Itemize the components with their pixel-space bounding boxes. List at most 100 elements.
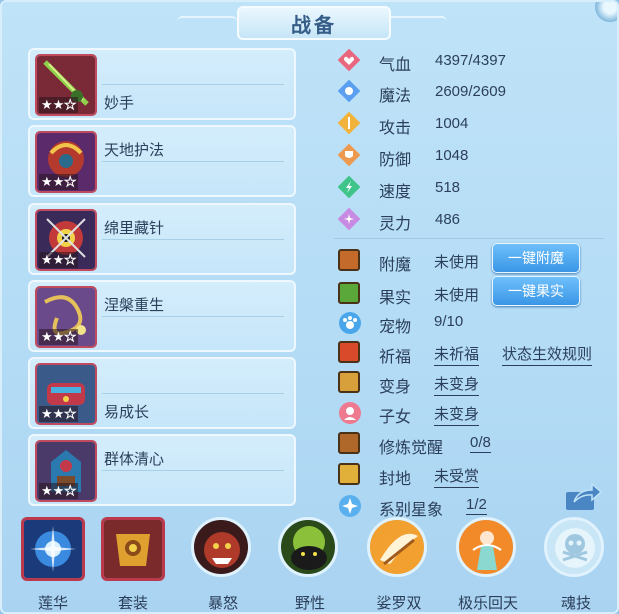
tab-label: 莲华 (37, 595, 68, 612)
stat-mp: 魔法 2609/2609 (334, 80, 604, 106)
child-icon (339, 402, 361, 424)
transform-icon (338, 371, 360, 393)
skill-name: 绵里藏针 (104, 220, 165, 237)
skill-name: 天地护法 (104, 142, 165, 159)
enchant-icon (338, 249, 360, 271)
jade-sword-icon: ★ ★ ★ (35, 54, 97, 116)
title-ornament-left (177, 16, 237, 26)
magic-icon (338, 80, 360, 102)
blessing-link[interactable]: 未祈福 (434, 343, 480, 366)
wild-beast-icon (278, 517, 338, 577)
tab-soul-skill[interactable]: 魂技 (540, 514, 610, 612)
stat-label: 灵力 (379, 216, 412, 233)
tab-label: 魂技 (560, 595, 591, 612)
stat-hp: 气血 4397/4397 (334, 49, 604, 75)
prop-label: 封地 (379, 471, 412, 488)
tab-label: 极乐回天 (457, 595, 518, 612)
prop-blessing: 祈福 未祈福 状态生效规则 (334, 341, 614, 367)
title-bar: 战备 (237, 6, 391, 40)
blessing-icon (338, 341, 360, 363)
stat-value: 1004 (435, 115, 469, 132)
skill-stars: ★ ★ ★ (39, 97, 78, 113)
skill-name: 妙手 (104, 95, 135, 112)
stat-label: 防御 (379, 152, 412, 169)
skill-card[interactable]: ★ ★ ★ 涅槃重生 (28, 280, 296, 352)
paw-icon (339, 312, 361, 334)
cultivate-link[interactable]: 0/8 (470, 434, 491, 453)
tab-armor-set[interactable]: 套装 (97, 514, 167, 612)
spirit-icon (338, 208, 360, 230)
skill-card[interactable]: ★ ★ ★ 绵里藏针 (28, 203, 296, 275)
one-click-fruit-button[interactable]: 一键果实 (492, 276, 580, 306)
prop-label: 祈福 (379, 349, 412, 366)
child-link[interactable]: 未变身 (434, 403, 480, 426)
fief-link[interactable]: 未受赏 (434, 465, 480, 488)
skill-stars: ★ ★ ★ (39, 174, 78, 190)
hidden-needle-icon: ★ ★ ★ (35, 209, 97, 271)
speed-icon (338, 176, 360, 198)
skill-card[interactable]: ★ ★ ★ 妙手 (28, 48, 296, 120)
prop-enchant: 附魔 未使用 一键附魔 (334, 243, 614, 275)
prop-label: 修炼觉醒 (379, 440, 444, 457)
prop-transform: 变身 未变身 (334, 371, 614, 397)
stat-value: 2609/2609 (435, 83, 506, 100)
prop-label: 子女 (379, 409, 412, 426)
status-rules-link[interactable]: 状态生效规则 (502, 343, 593, 366)
prop-value: 未使用 (434, 254, 480, 271)
fruit-icon (338, 282, 360, 304)
cultivate-icon (338, 432, 360, 454)
prop-fruit: 果实 未使用 一键果实 (334, 276, 614, 308)
tab-sal-tree[interactable]: 娑罗双 (363, 514, 433, 612)
lotus-orb-icon (21, 517, 85, 581)
growth-box-icon: ★ ★ ★ (35, 363, 97, 425)
tab-wild[interactable]: 野性 (274, 514, 344, 612)
skill-card[interactable]: ★ ★ ★ 天地护法 (28, 125, 296, 197)
tab-label: 野性 (294, 595, 325, 612)
battle-prep-panel: 战备 ★ ★ ★ 妙手 ★ ★ ★ 天地护法 ★ ★ ★ 绵里藏针 ★ ★ ★ … (0, 0, 619, 614)
tab-bliss[interactable]: 极乐回天 (452, 514, 522, 612)
bottom-tab-bar: 莲华 套装 暴怒 野性 娑罗双 极乐回天 魂技 (10, 514, 615, 612)
skill-name: 易成长 (104, 404, 150, 421)
tab-rage[interactable]: 暴怒 (187, 514, 257, 612)
prop-value: 9/10 (434, 313, 464, 330)
tab-label: 娑罗双 (376, 595, 422, 612)
rage-beast-icon (191, 517, 251, 577)
defense-icon (338, 144, 360, 166)
sal-tree-icon (367, 517, 427, 577)
prop-child: 子女 未变身 (334, 401, 614, 427)
skill-card[interactable]: ★ ★ ★ 群体清心 (28, 434, 296, 506)
prop-label: 附魔 (379, 257, 412, 274)
skill-name: 涅槃重生 (104, 297, 165, 314)
soul-skill-icon (544, 517, 604, 577)
prop-value: 未使用 (434, 287, 480, 304)
divider (334, 238, 604, 239)
stat-speed: 速度 518 (334, 176, 604, 202)
prop-label: 宠物 (379, 319, 412, 336)
title-ornament-right (387, 16, 447, 26)
attack-icon (338, 112, 360, 134)
page-title: 战备 (291, 14, 337, 37)
stat-value: 518 (435, 179, 461, 196)
prop-label: 果实 (379, 290, 412, 307)
stat-label: 攻击 (379, 120, 412, 137)
transform-link[interactable]: 未变身 (434, 373, 480, 396)
skill-name: 群体清心 (104, 451, 165, 468)
corner-ornament (595, 2, 617, 22)
guardian-armor-icon: ★ ★ ★ (35, 131, 97, 193)
tab-lotus[interactable]: 莲华 (17, 514, 87, 612)
stat-value: 4397/4397 (435, 52, 506, 69)
share-icon[interactable] (564, 480, 602, 512)
prop-label: 变身 (379, 379, 412, 396)
rebirth-chain-icon: ★ ★ ★ (35, 286, 97, 348)
stat-label: 气血 (379, 57, 412, 74)
constellation-link[interactable]: 1/2 (466, 496, 487, 515)
stat-value: 1048 (435, 147, 469, 164)
skill-card[interactable]: ★ ★ ★ 易成长 (28, 357, 296, 429)
stat-attack: 攻击 1004 (334, 112, 604, 138)
prop-cultivate: 修炼觉醒 0/8 (334, 432, 614, 458)
prop-pet: 宠物 9/10 (334, 311, 614, 337)
stat-value: 486 (435, 211, 461, 228)
one-click-enchant-button[interactable]: 一键附魔 (492, 243, 580, 273)
stat-label: 魔法 (379, 88, 412, 105)
fief-icon (338, 463, 360, 485)
